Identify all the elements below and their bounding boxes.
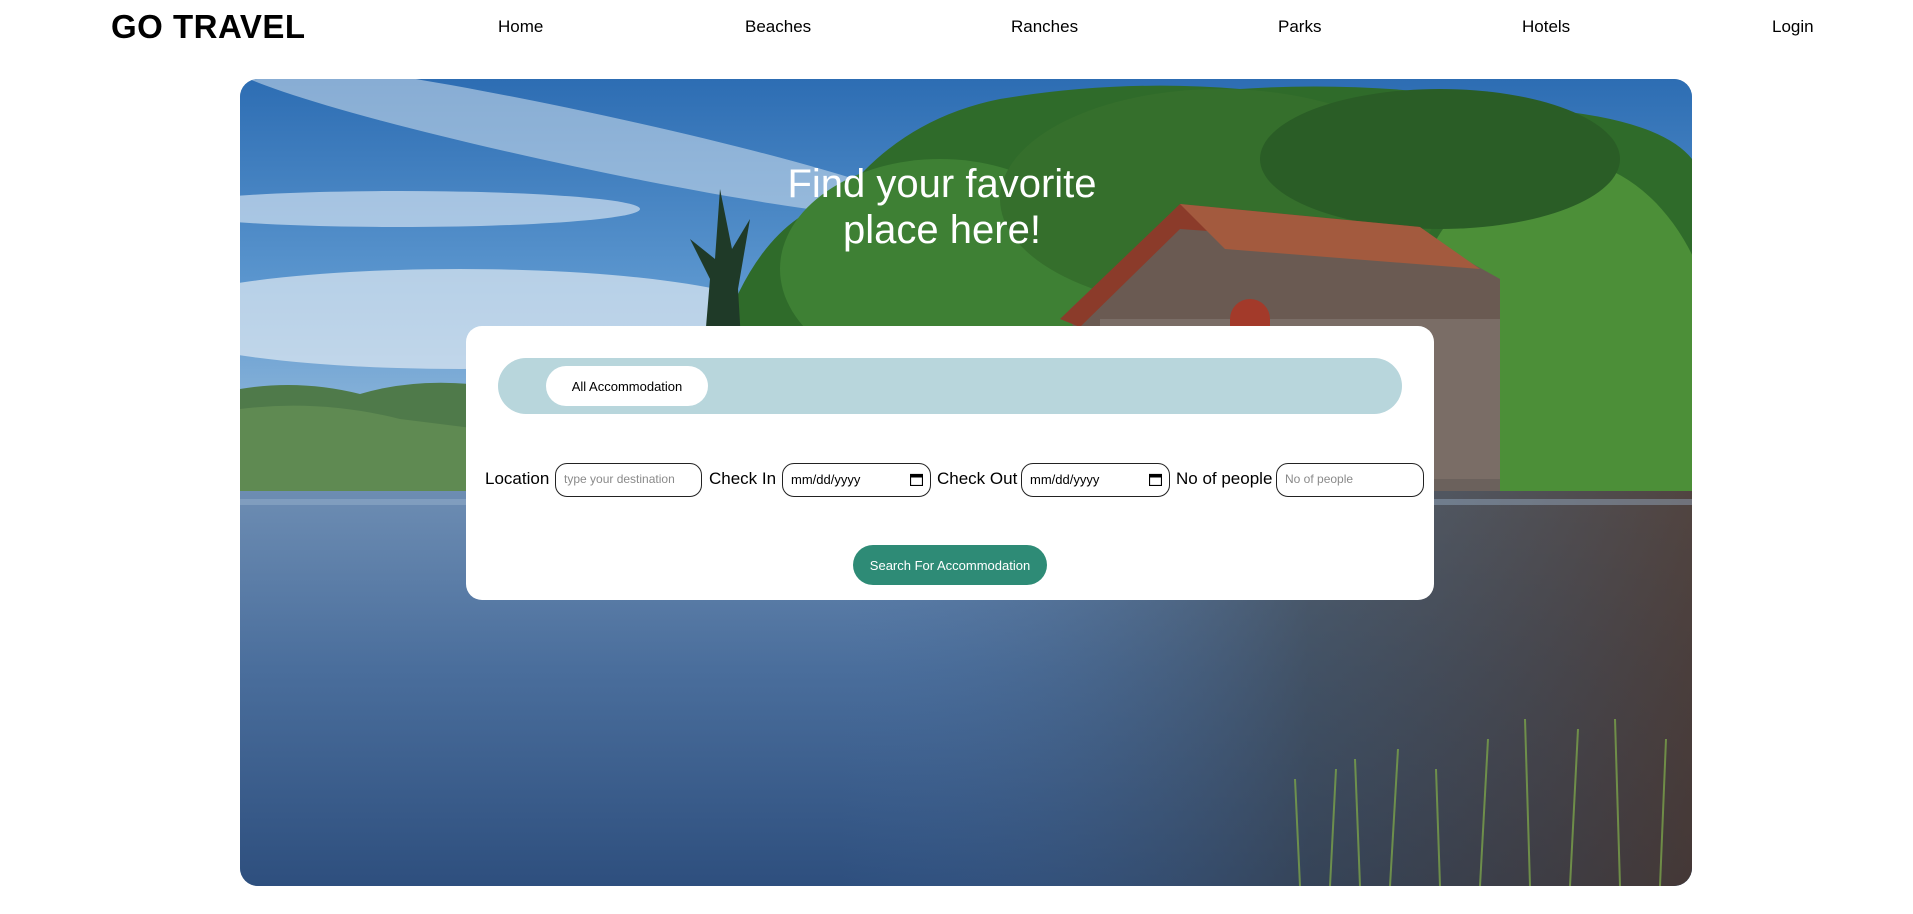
nav-home[interactable]: Home: [498, 17, 543, 37]
nav-ranches[interactable]: Ranches: [1011, 17, 1078, 37]
search-panel: All Accommodation Location type your des…: [466, 326, 1434, 600]
tab-all-accommodation[interactable]: All Accommodation: [546, 366, 708, 406]
checkin-date-value: mm/dd/yyyy: [791, 472, 861, 487]
calendar-icon[interactable]: [1149, 473, 1162, 486]
people-label: No of people: [1176, 469, 1273, 488]
headline-line-2: place here!: [843, 208, 1041, 252]
checkout-date-input[interactable]: mm/dd/yyyy: [1021, 463, 1170, 497]
nav-beaches[interactable]: Beaches: [745, 17, 811, 37]
top-navigation: GO TRAVEL Home Beaches Ranches Parks Hot…: [0, 0, 1913, 60]
checkout-date-value: mm/dd/yyyy: [1030, 472, 1100, 487]
headline-line-1: Find your favorite: [787, 162, 1097, 206]
people-placeholder: No of people: [1285, 472, 1354, 486]
search-accommodation-button[interactable]: Search For Accommodation: [853, 545, 1047, 585]
nav-login[interactable]: Login: [1772, 17, 1814, 37]
location-input[interactable]: type your destination: [555, 463, 702, 497]
hero-headline: Find your favorite place here!: [0, 161, 1913, 253]
checkin-label: Check In: [709, 469, 777, 488]
checkout-label: Check Out: [937, 469, 1018, 488]
people-input[interactable]: No of people: [1276, 463, 1424, 497]
nav-parks[interactable]: Parks: [1278, 17, 1321, 37]
checkin-date-input[interactable]: mm/dd/yyyy: [782, 463, 931, 497]
location-placeholder: type your destination: [564, 472, 675, 486]
accommodation-tab-strip: All Accommodation: [498, 358, 1402, 414]
nav-hotels[interactable]: Hotels: [1522, 17, 1570, 37]
location-label: Location: [485, 469, 550, 488]
brand-logo[interactable]: GO TRAVEL: [111, 8, 306, 46]
calendar-icon[interactable]: [910, 473, 923, 486]
